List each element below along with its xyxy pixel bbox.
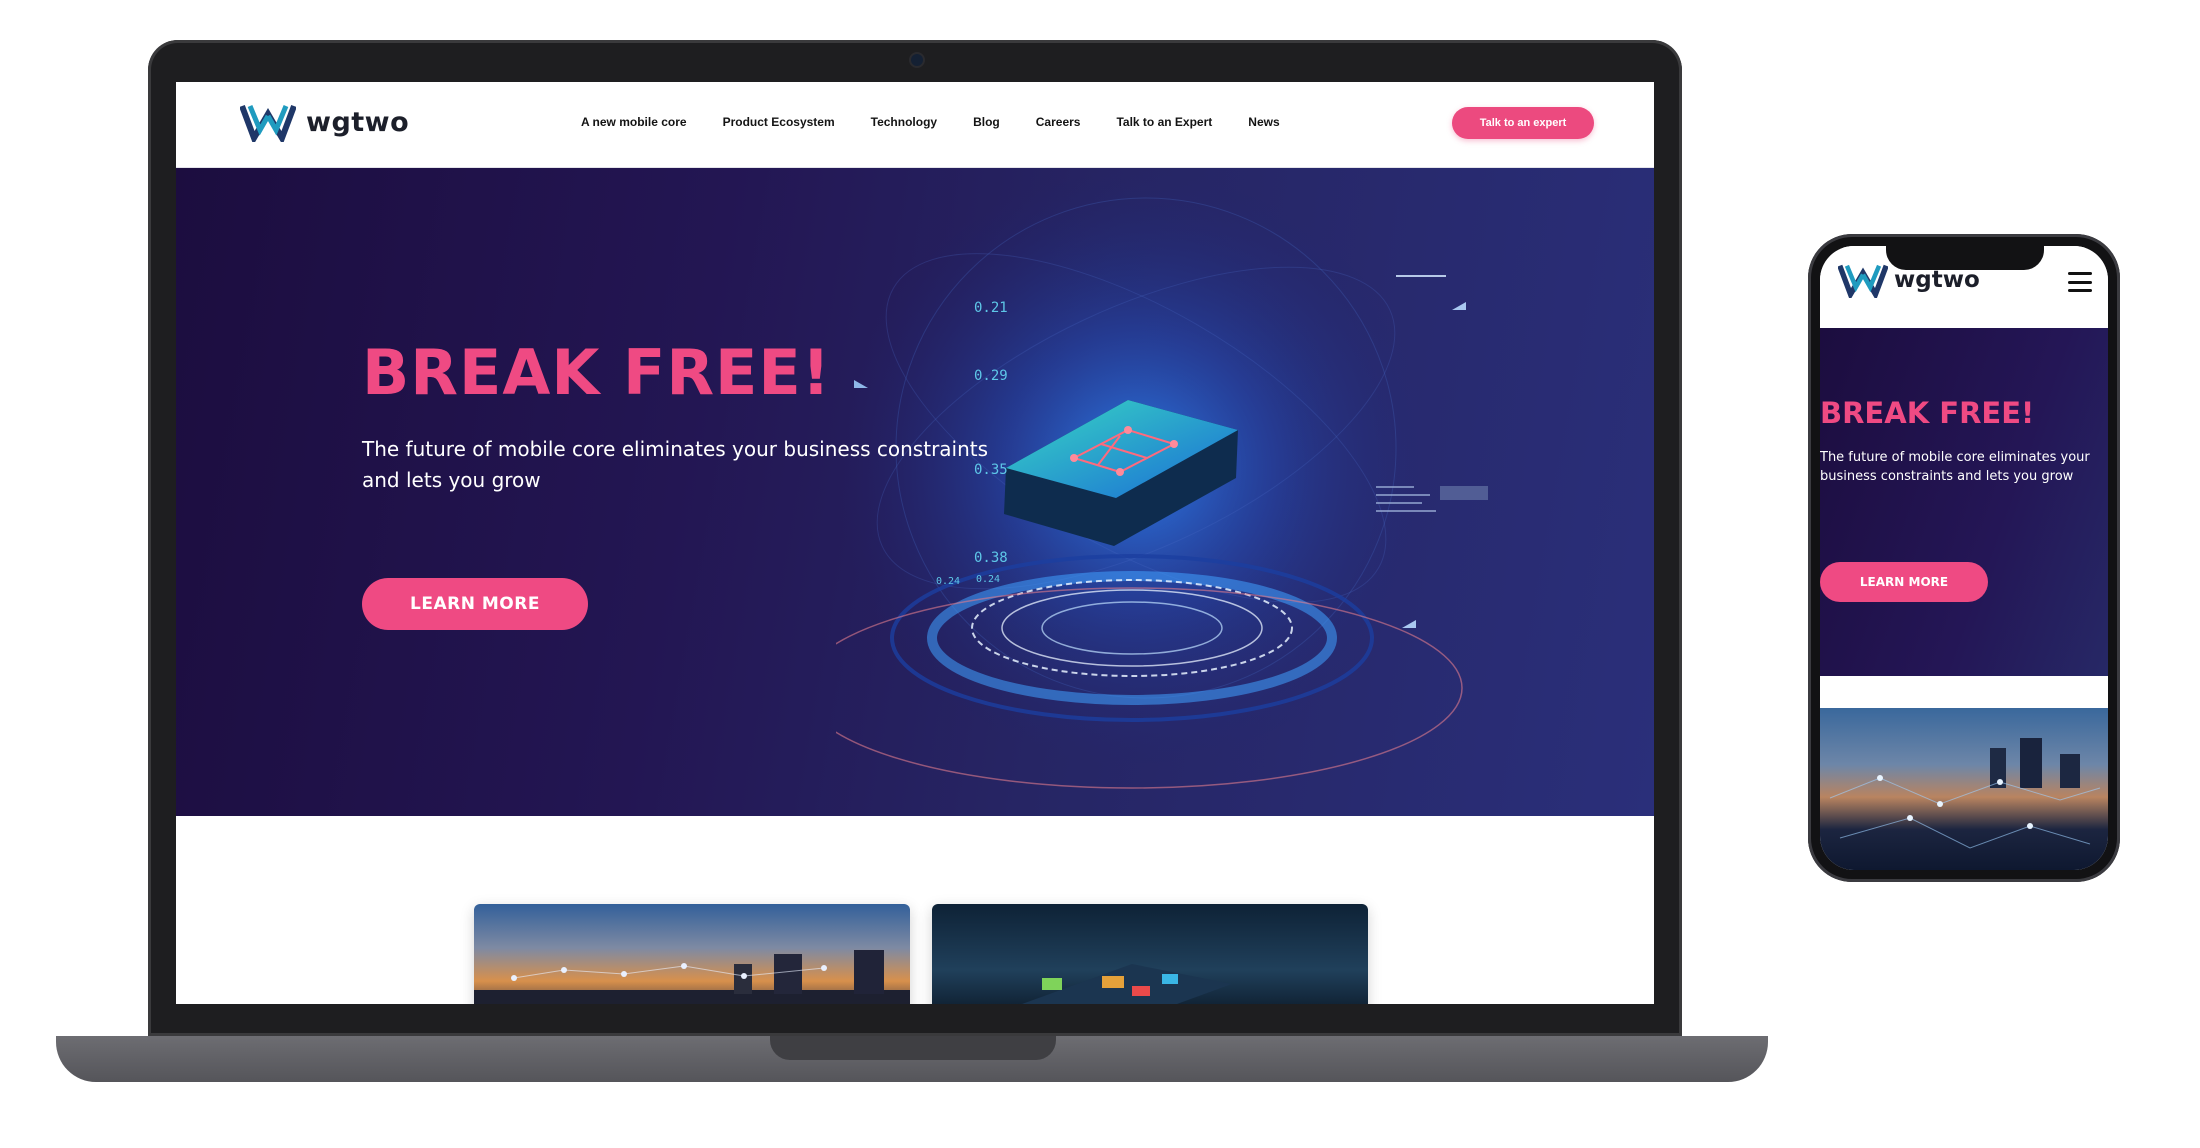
laptop-camera	[911, 54, 923, 66]
art-number-4: 0.38	[974, 550, 1008, 566]
art-number-2: 0.29	[974, 368, 1008, 384]
mobile-hero-section: BREAK FREE! The future of mobile core el…	[1820, 328, 2108, 676]
art-number-6: 0.24	[976, 574, 1000, 585]
mobile-learn-more-button[interactable]: LEARN MORE	[1820, 562, 1988, 602]
feature-cards	[474, 904, 1368, 1004]
nav-link-news[interactable]: News	[1248, 115, 1279, 129]
wgtwo-logo-mark-icon	[240, 104, 296, 142]
mobile-city-network-image	[1820, 708, 2108, 870]
nav-link-technology[interactable]: Technology	[871, 115, 937, 129]
hero-section: 0.21 0.29 0.35 0.38 0.24 0.24 BREAK FREE…	[176, 168, 1654, 816]
talk-to-expert-button[interactable]: Talk to an expert	[1452, 107, 1594, 139]
city-network-image	[474, 950, 910, 1004]
mobile-hero-title: BREAK FREE!	[1820, 396, 2035, 430]
feature-card-tech-image[interactable]	[932, 904, 1368, 1004]
nav-links: A new mobile core Product Ecosystem Tech…	[581, 115, 1280, 129]
art-number-1: 0.21	[974, 300, 1008, 316]
hero-title: BREAK FREE!	[362, 336, 832, 409]
mobile-hero-subtitle: The future of mobile core eliminates you…	[1820, 450, 2090, 484]
mobile-brand-name: wgtwo	[1894, 267, 1980, 293]
learn-more-button[interactable]: LEARN MORE	[362, 578, 588, 630]
art-number-5: 0.24	[936, 576, 960, 587]
nav-link-product-ecosystem[interactable]: Product Ecosystem	[723, 115, 835, 129]
feature-card-city-image[interactable]	[474, 904, 910, 1004]
nav-link-new-mobile-core[interactable]: A new mobile core	[581, 115, 687, 129]
nav-link-careers[interactable]: Careers	[1036, 115, 1081, 129]
top-navigation: wgtwo A new mobile core Product Ecosyste…	[176, 82, 1654, 168]
tech-circuit-image	[1022, 964, 1232, 1004]
laptop-screen: wgtwo A new mobile core Product Ecosyste…	[176, 82, 1654, 1004]
nav-link-talk-to-expert[interactable]: Talk to an Expert	[1116, 115, 1212, 129]
brand-name: wgtwo	[306, 106, 410, 138]
phone-notch	[1886, 240, 2044, 270]
brand-logo[interactable]: wgtwo	[240, 102, 409, 142]
hero-subtitle: The future of mobile core eliminates you…	[362, 437, 989, 492]
phone-screen: wgtwo BREAK FREE! The future of mobile c…	[1820, 246, 2108, 870]
nav-link-blog[interactable]: Blog	[973, 115, 1000, 129]
hamburger-menu-icon[interactable]	[2068, 272, 2092, 292]
wgtwo-logo-mark-icon	[1838, 264, 1888, 298]
laptop-base-notch	[770, 1036, 1056, 1060]
